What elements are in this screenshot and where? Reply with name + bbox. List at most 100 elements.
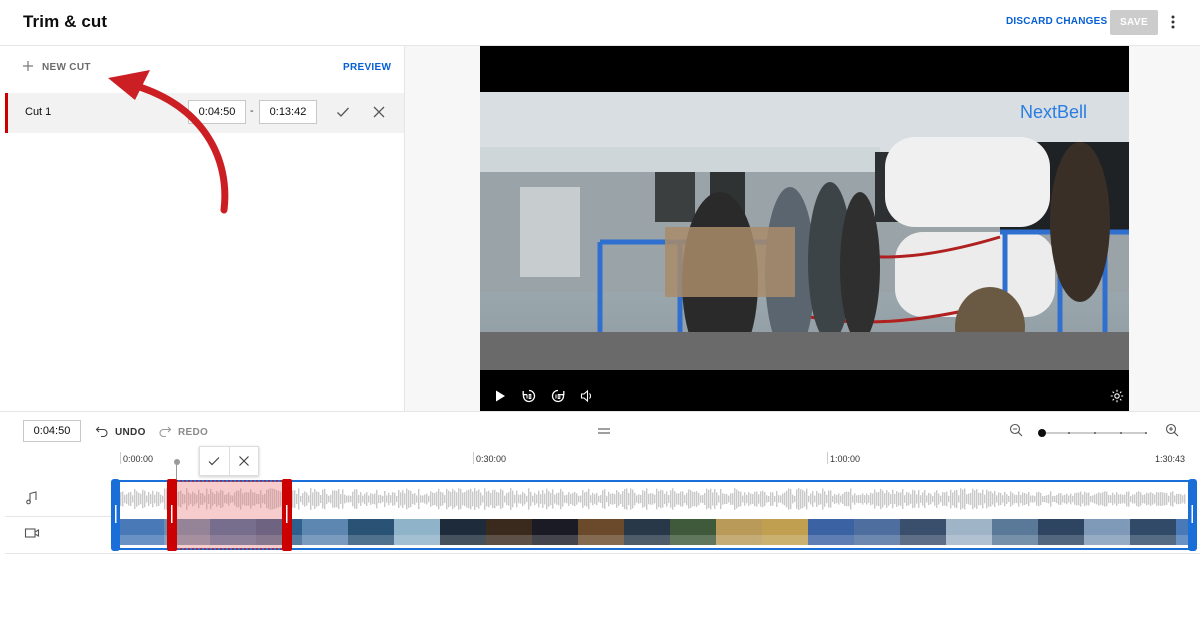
waveform-bar bbox=[146, 495, 148, 503]
waveform-bar bbox=[546, 488, 548, 510]
waveform-bar bbox=[676, 493, 678, 505]
waveform-bar bbox=[348, 495, 350, 503]
waveform-bar bbox=[324, 488, 326, 510]
waveform-bar bbox=[470, 488, 472, 510]
waveform-bar bbox=[890, 493, 892, 505]
waveform-bar bbox=[502, 490, 504, 508]
waveform-bar bbox=[456, 492, 458, 506]
timeline-tracks[interactable] bbox=[110, 479, 1198, 553]
waveform-bar bbox=[466, 490, 468, 508]
waveform-bar bbox=[346, 495, 348, 503]
waveform-bar bbox=[460, 488, 462, 510]
waveform-bar bbox=[352, 491, 354, 507]
waveform-bar bbox=[134, 488, 136, 510]
waveform-bar bbox=[590, 495, 592, 503]
waveform-bar bbox=[684, 495, 686, 503]
cut-row[interactable]: Cut 1 0:04:50 - 0:13:42 bbox=[5, 93, 404, 133]
thumbnail-shade bbox=[716, 535, 762, 545]
waveform-bar bbox=[330, 494, 332, 504]
waveform-bar bbox=[624, 488, 626, 510]
waveform-bar bbox=[698, 492, 700, 506]
waveform-bar bbox=[412, 493, 414, 505]
redo-button[interactable]: REDO bbox=[158, 424, 208, 441]
cut-start-time-input[interactable]: 0:04:50 bbox=[188, 100, 246, 124]
redo-icon bbox=[158, 424, 172, 441]
play-icon[interactable] bbox=[492, 388, 508, 404]
waveform-bar bbox=[370, 493, 372, 505]
new-cut-button[interactable]: NEW CUT bbox=[22, 60, 91, 75]
waveform-bar bbox=[1118, 494, 1120, 504]
waveform-bar bbox=[674, 491, 676, 507]
waveform-bar bbox=[558, 492, 560, 506]
waveform-bar bbox=[744, 492, 746, 506]
waveform-bar bbox=[936, 490, 938, 508]
waveform-bar bbox=[716, 492, 718, 506]
popup-check-icon[interactable] bbox=[200, 447, 229, 475]
waveform-bar bbox=[1146, 492, 1148, 506]
waveform-bar bbox=[154, 494, 156, 504]
preview-button[interactable]: PREVIEW bbox=[343, 62, 391, 73]
remove-cut-close-icon[interactable] bbox=[371, 104, 387, 120]
waveform-bar bbox=[422, 495, 424, 503]
waveform-bar bbox=[534, 492, 536, 506]
waveform-bar bbox=[812, 491, 814, 507]
more-options-icon[interactable] bbox=[1166, 12, 1180, 32]
waveform-bar bbox=[436, 491, 438, 507]
waveform-bar bbox=[136, 491, 138, 507]
waveform-bar bbox=[862, 493, 864, 505]
current-time-input[interactable]: 0:04:50 bbox=[23, 420, 81, 442]
settings-gear-icon[interactable] bbox=[1109, 388, 1125, 404]
zoom-in-icon[interactable] bbox=[1164, 422, 1180, 438]
waveform-bar bbox=[468, 489, 470, 509]
cut-label: Cut 1 bbox=[25, 106, 52, 118]
waveform-bar bbox=[686, 492, 688, 506]
waveform-bar bbox=[378, 494, 380, 504]
waveform-bar bbox=[386, 495, 388, 503]
zoom-slider[interactable] bbox=[1036, 425, 1150, 437]
waveform-bar bbox=[632, 489, 634, 509]
playhead-handle[interactable] bbox=[174, 459, 180, 465]
waveform-bar bbox=[696, 491, 698, 507]
volume-icon[interactable] bbox=[579, 388, 595, 404]
waveform-bar bbox=[970, 492, 972, 506]
waveform-bar bbox=[544, 493, 546, 505]
waveform-bar bbox=[1170, 492, 1172, 506]
waveform-bar bbox=[650, 493, 652, 505]
discard-changes-button[interactable]: DISCARD CHANGES bbox=[1006, 16, 1107, 27]
waveform-bar bbox=[164, 488, 166, 510]
waveform-bar bbox=[524, 493, 526, 505]
waveform-bar bbox=[980, 492, 982, 506]
video-player[interactable]: NextBell bbox=[480, 46, 1129, 412]
waveform-bar bbox=[1106, 491, 1108, 507]
thumbnail-shade bbox=[1084, 535, 1130, 545]
waveform-bar bbox=[948, 495, 950, 503]
waveform-bar bbox=[416, 495, 418, 503]
waveform-bar bbox=[854, 493, 856, 505]
waveform-bar bbox=[518, 494, 520, 504]
rewind-10-icon[interactable] bbox=[521, 388, 537, 404]
waveform-bar bbox=[426, 493, 428, 505]
undo-button[interactable]: UNDO bbox=[95, 424, 146, 441]
waveform-bar bbox=[382, 495, 384, 503]
cut-selection-region[interactable] bbox=[171, 480, 288, 550]
waveform-bar bbox=[736, 489, 738, 509]
cut-end-time-input[interactable]: 0:13:42 bbox=[259, 100, 317, 124]
waveform-bar bbox=[1010, 491, 1012, 507]
waveform-bar bbox=[660, 489, 662, 509]
waveform-bar bbox=[788, 488, 790, 510]
waveform-bar bbox=[372, 494, 374, 504]
waveform-bar bbox=[124, 495, 126, 503]
forward-10-icon[interactable] bbox=[550, 388, 566, 404]
waveform-bar bbox=[388, 492, 390, 506]
waveform-bar bbox=[364, 493, 366, 505]
waveform-bar bbox=[682, 491, 684, 507]
save-button[interactable]: SAVE bbox=[1110, 10, 1158, 35]
waveform-bar bbox=[722, 493, 724, 505]
resize-handle-icon[interactable] bbox=[597, 422, 611, 434]
waveform-bar bbox=[976, 489, 978, 509]
confirm-cut-check-icon[interactable] bbox=[335, 104, 351, 120]
popup-close-icon[interactable] bbox=[228, 447, 258, 475]
ruler-tick bbox=[120, 452, 121, 464]
waveform-bar bbox=[866, 493, 868, 505]
zoom-out-icon[interactable] bbox=[1008, 422, 1024, 438]
